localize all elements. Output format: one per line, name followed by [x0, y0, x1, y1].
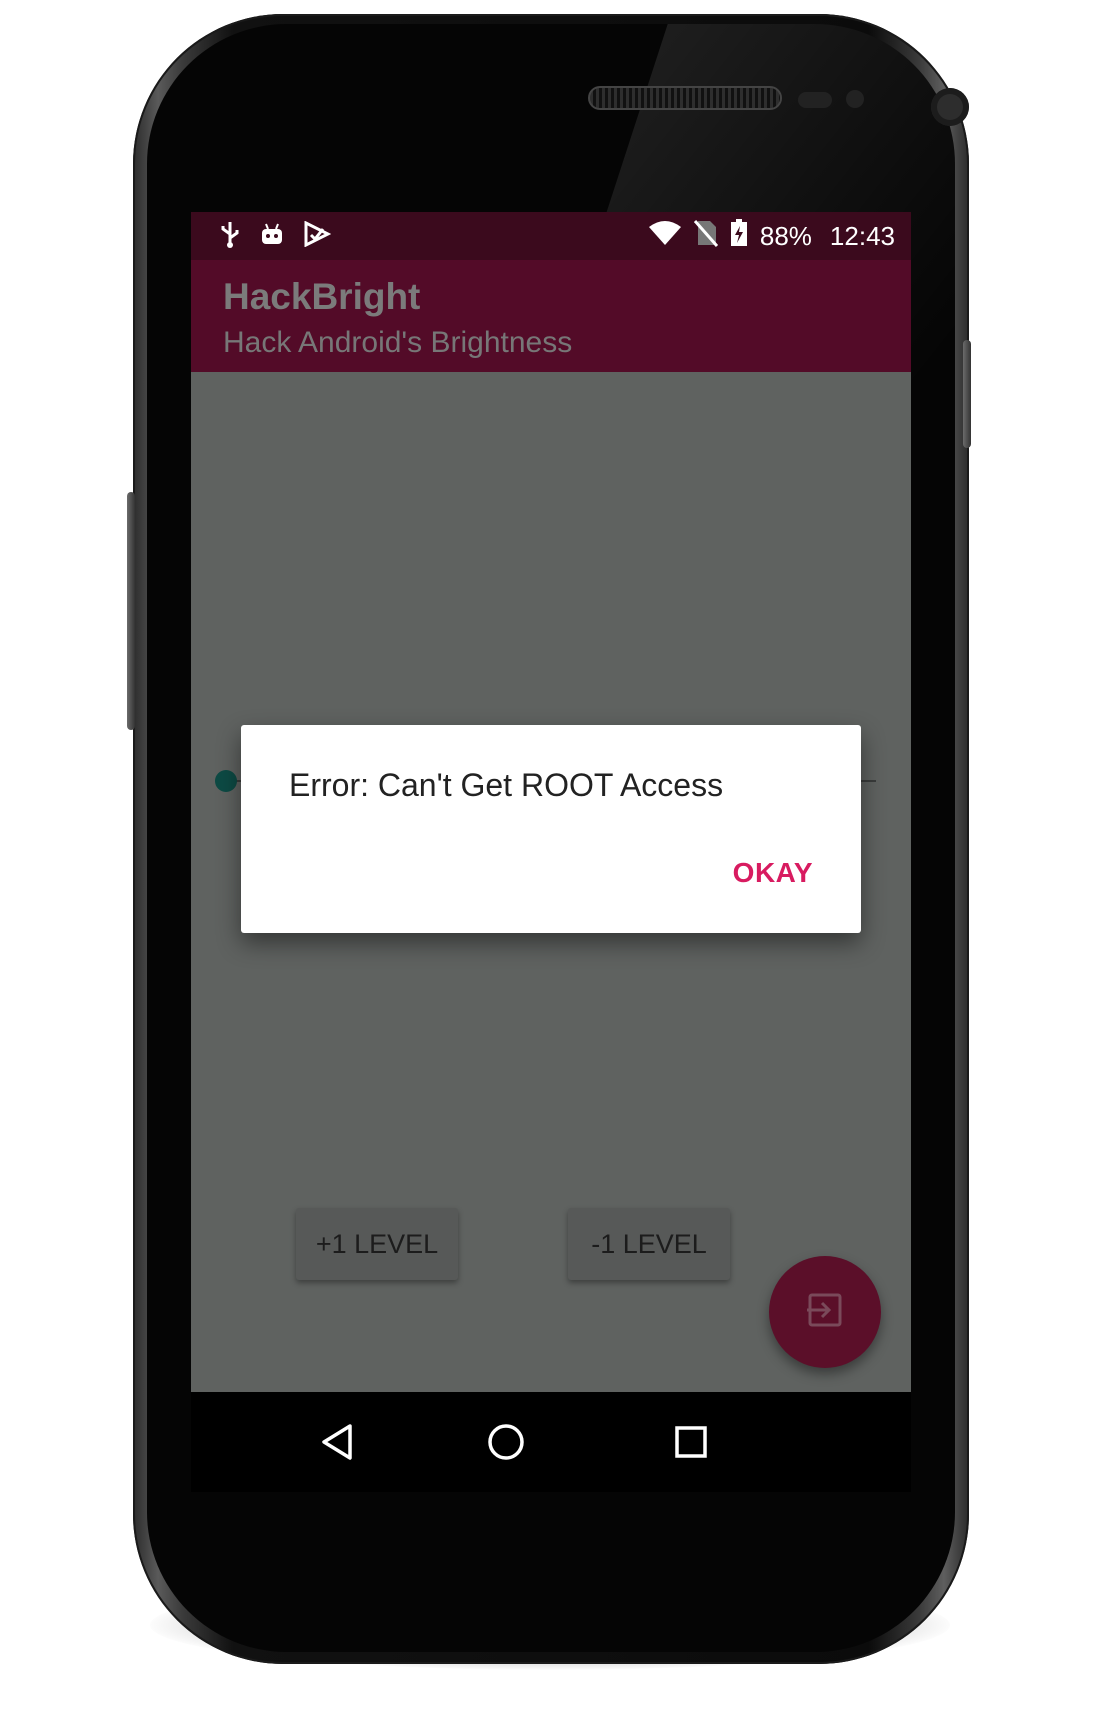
wifi-icon	[648, 220, 682, 253]
usb-icon	[219, 220, 241, 253]
battery-charging-icon	[730, 218, 748, 254]
minus-level-button[interactable]: -1 LEVEL	[568, 1208, 730, 1280]
android-debug-icon	[259, 221, 285, 252]
back-icon[interactable]	[317, 1422, 357, 1462]
brightness-slider-thumb[interactable]	[215, 770, 237, 792]
home-icon[interactable]	[486, 1422, 526, 1462]
exit-to-app-icon	[805, 1290, 845, 1335]
volume-button	[127, 492, 135, 730]
clock-time: 12:43	[829, 220, 895, 251]
no-sim-icon	[693, 219, 719, 254]
earpiece-speaker	[588, 86, 782, 110]
play-store-icon	[303, 220, 332, 252]
power-button	[963, 340, 971, 448]
app-subtitle: Hack Android's Brightness	[223, 326, 573, 359]
app-bar: HackBright Hack Android's Brightness	[191, 260, 911, 372]
plus-level-button[interactable]: +1 LEVEL	[296, 1208, 458, 1280]
recents-icon[interactable]	[671, 1422, 711, 1462]
navigation-bar	[191, 1392, 911, 1492]
okay-button[interactable]: OKAY	[733, 857, 813, 889]
light-sensor	[846, 90, 864, 108]
exit-fab-button[interactable]	[769, 1256, 881, 1368]
app-title: HackBright	[223, 276, 421, 317]
front-camera	[931, 88, 969, 126]
battery-percent: 88%	[759, 220, 812, 251]
error-dialog: Error: Can't Get ROOT Access OKAY	[241, 725, 861, 933]
dialog-message: Error: Can't Get ROOT Access	[289, 767, 724, 803]
screen: 88% 12:43 HackBright Hack Android's Brig…	[191, 212, 911, 1492]
status-bar: 88% 12:43	[191, 212, 911, 260]
proximity-sensor	[798, 92, 832, 108]
